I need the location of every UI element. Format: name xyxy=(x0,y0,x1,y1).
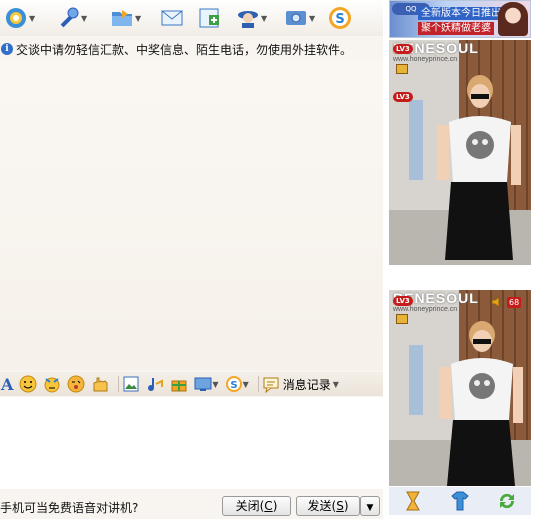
mobile-voice-tip[interactable]: 手机可当免费语音对讲机? xyxy=(0,499,138,516)
wink-button[interactable] xyxy=(67,375,85,393)
qq-avatar-icon xyxy=(6,8,26,28)
vip-icon xyxy=(396,314,408,324)
top-toolbar: ▼ ▼ ▼ ▼ ▼ S xyxy=(0,0,383,36)
volume-control[interactable]: 68 xyxy=(491,295,525,309)
dropdown-arrow-icon: ▼ xyxy=(29,13,36,23)
microphone-icon xyxy=(60,7,79,28)
dropdown-arrow-icon: ▼ xyxy=(81,13,88,23)
send-text: 发送( xyxy=(307,499,337,513)
svg-text:S: S xyxy=(230,380,237,391)
dropdown-arrow-icon: ▼ xyxy=(366,503,374,513)
nudge-button[interactable] xyxy=(91,375,109,393)
chat-pane: ▼ ▼ ▼ ▼ ▼ S i 交谈中请勿轻信汇款、中奖信息、陌生电话，勿使用外挂软… xyxy=(0,0,383,519)
soso-search-button[interactable]: S ▼ xyxy=(225,375,249,393)
soso-button[interactable]: S xyxy=(328,4,352,32)
dropdown-arrow-icon: ▼ xyxy=(212,379,219,389)
smiley-icon xyxy=(19,375,37,393)
svg-text:S: S xyxy=(335,12,344,27)
message-input[interactable] xyxy=(0,397,383,489)
file-transfer-button[interactable]: ▼ xyxy=(110,4,141,32)
bottom-bar: 手机可当免费语音对讲机? 关闭(C) 发送(S) ▼ xyxy=(0,493,383,519)
add-app-button[interactable] xyxy=(198,4,222,32)
ad-banner[interactable]: QQ 全新版本今日推出 聚个妖精做老婆 xyxy=(389,0,531,38)
watermark-url: www.honeyprince.cn xyxy=(393,306,458,313)
separator xyxy=(118,376,120,392)
screen-icon xyxy=(194,377,212,391)
voice-button[interactable]: ▼ xyxy=(56,4,87,32)
character-icon xyxy=(498,2,528,36)
music-button[interactable] xyxy=(146,375,164,393)
dropdown-arrow-icon: ▼ xyxy=(309,13,316,23)
watermark-url: www.honeyprince.cn xyxy=(393,56,458,63)
level-badge: LV3 xyxy=(393,44,413,54)
mail-button[interactable] xyxy=(160,4,184,32)
close-text: 关闭( xyxy=(235,499,265,513)
contact-icon xyxy=(238,11,258,28)
wink-icon xyxy=(67,375,85,393)
dropdown-arrow-icon: ▼ xyxy=(261,13,268,23)
send-options-button[interactable]: ▼ xyxy=(360,496,380,516)
banner-line-1: 全新版本今日推出 xyxy=(418,7,504,20)
level-badge: LV3 xyxy=(393,296,413,306)
gift-icon xyxy=(171,380,187,392)
hand-icon xyxy=(93,377,108,392)
font-icon: A xyxy=(1,374,14,394)
send-key: S xyxy=(336,499,344,513)
gift-button[interactable] xyxy=(170,375,188,393)
screen-capture-button[interactable]: ▼ xyxy=(194,375,219,393)
video-controls xyxy=(389,487,531,515)
soso-icon: S xyxy=(329,7,351,29)
close-button[interactable]: 关闭(C) xyxy=(222,496,291,516)
settings-button[interactable]: ▼ xyxy=(284,4,315,32)
qq-menu-button[interactable]: ▼ xyxy=(4,4,35,32)
message-history-button[interactable]: 消息记录 ▼ xyxy=(262,375,339,393)
message-history[interactable] xyxy=(0,60,383,370)
emoticon-button[interactable] xyxy=(19,375,37,393)
level-badge: LV3 xyxy=(393,92,413,102)
send-image-button[interactable] xyxy=(122,375,140,393)
speaker-icon xyxy=(491,296,503,308)
folder-icon xyxy=(112,10,132,26)
local-video[interactable]: BENESOUL www.honeyprince.cn LV3 xyxy=(389,290,531,486)
dropdown-arrow-icon: ▼ xyxy=(332,379,339,389)
shirt-icon[interactable] xyxy=(449,490,471,512)
security-notice: i 交谈中请勿轻信汇款、中奖信息、陌生电话，勿使用外挂软件。 xyxy=(0,40,383,58)
close-paren: ) xyxy=(272,499,278,513)
format-toolbar: A ▼ S ▼ 消息记录 ▼ xyxy=(0,372,383,396)
send-paren: ) xyxy=(343,499,349,513)
magic-emoticon-button[interactable] xyxy=(43,375,61,393)
info-icon: i xyxy=(1,43,13,55)
refresh-icon[interactable] xyxy=(496,490,518,512)
font-button[interactable]: A xyxy=(0,374,14,394)
separator xyxy=(257,376,259,392)
banner-line-2: 聚个妖精做老婆 xyxy=(418,22,494,35)
hourglass-icon[interactable] xyxy=(402,490,424,512)
settings-icon xyxy=(286,11,306,25)
volume-badge: 68 xyxy=(507,296,522,308)
dropdown-arrow-icon: ▼ xyxy=(135,13,142,23)
send-button[interactable]: 发送(S) xyxy=(296,496,360,516)
history-icon xyxy=(263,377,279,393)
history-label: 消息记录 xyxy=(282,377,331,392)
magic-icon xyxy=(44,377,60,393)
music-icon xyxy=(148,378,164,391)
dropdown-arrow-icon: ▼ xyxy=(242,379,249,389)
remote-video[interactable]: BENESOUL www.honeyprince.cn LV3 LV3 xyxy=(389,40,531,265)
image-icon xyxy=(123,376,139,392)
person-photo xyxy=(389,40,531,265)
vip-icon xyxy=(396,64,408,74)
person-photo xyxy=(389,290,531,486)
mail-icon xyxy=(161,10,183,26)
add-icon xyxy=(199,8,219,28)
contact-info-button[interactable]: ▼ xyxy=(236,4,267,32)
notice-text: 交谈中请勿轻信汇款、中奖信息、陌生电话，勿使用外挂软件。 xyxy=(16,42,353,57)
soso-icon: S xyxy=(225,376,242,392)
close-key: C xyxy=(264,499,273,513)
side-panel: QQ 全新版本今日推出 聚个妖精做老婆 BENESOUL www.honeypri… xyxy=(385,0,533,519)
